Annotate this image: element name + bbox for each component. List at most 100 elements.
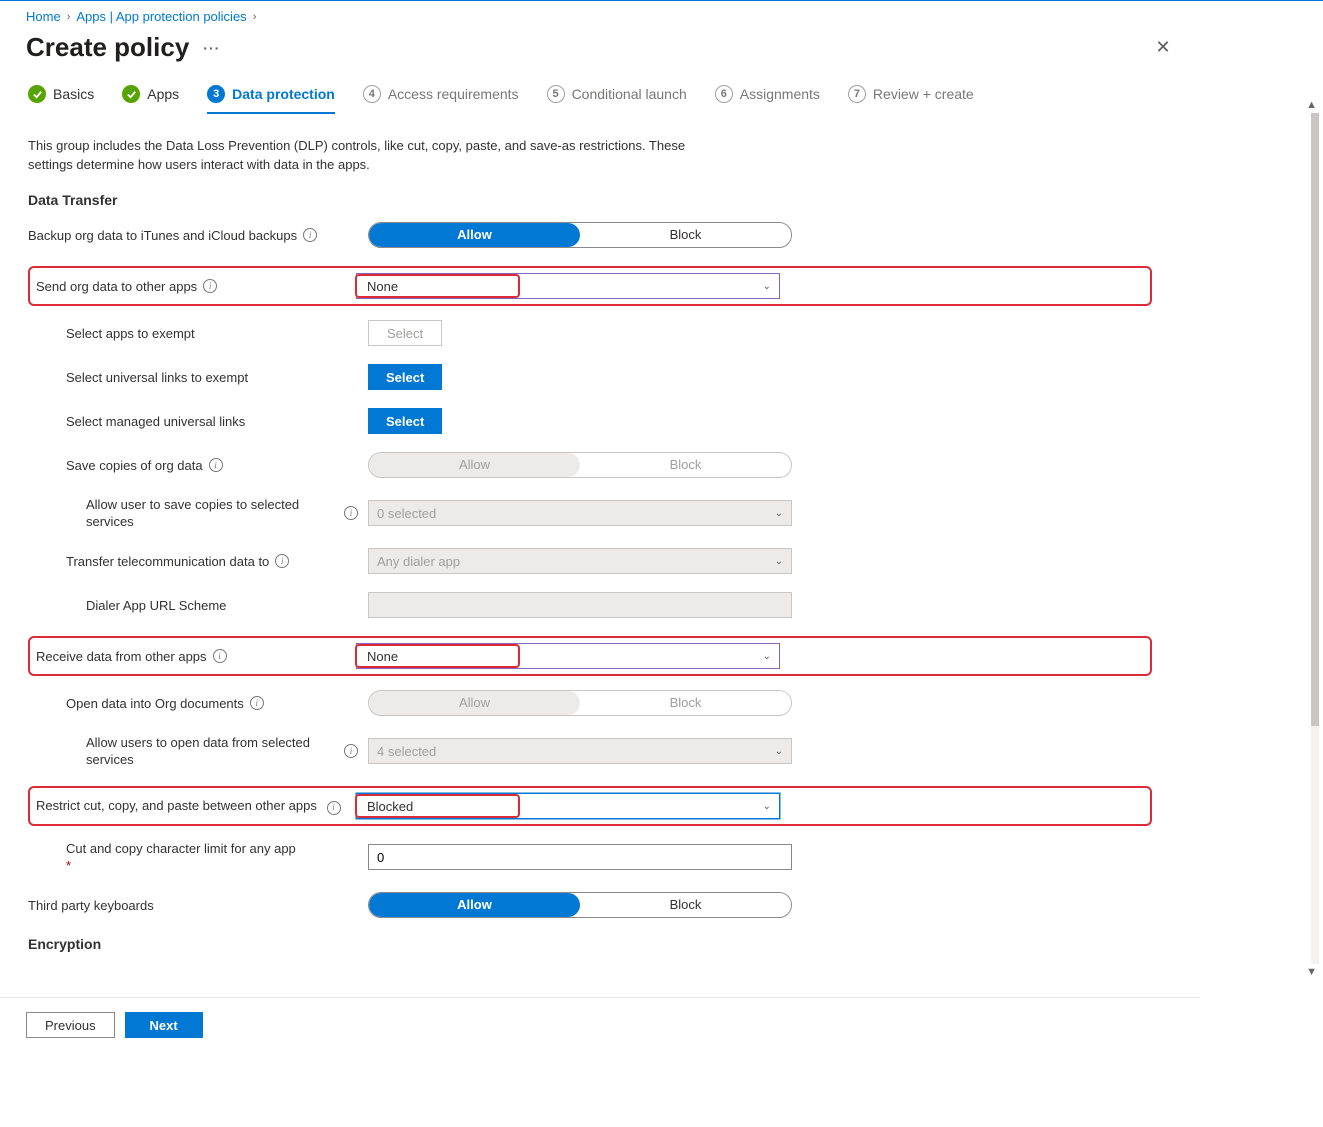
wizard-step-basics[interactable]: Basics (28, 77, 94, 113)
label-save-services: Allow user to save copies to selected se… (86, 496, 338, 530)
segment-block[interactable]: Block (580, 893, 791, 917)
chevron-right-icon: › (253, 11, 257, 23)
info-icon[interactable]: i (250, 696, 264, 710)
label-backup: Backup org data to iTunes and iCloud bac… (28, 227, 297, 244)
input-cut-limit[interactable] (368, 844, 792, 870)
info-icon[interactable]: i (209, 458, 223, 472)
chevron-right-icon: › (67, 11, 71, 23)
wizard-step-data-protection[interactable]: 3 Data protection (207, 77, 335, 113)
info-icon[interactable]: i (203, 279, 217, 293)
row-cut-limit: Cut and copy character limit for any app… (28, 840, 1152, 874)
label-restrict-ccp: Restrict cut, copy, and paste between ot… (36, 798, 317, 813)
info-icon[interactable]: i (213, 649, 227, 663)
segment-block: Block (580, 691, 791, 715)
dropdown-value: Any dialer app (377, 554, 460, 569)
page-title: Create policy ··· (26, 32, 220, 63)
dropdown-value: Blocked (355, 794, 520, 818)
intro-text: This group includes the Data Loss Preven… (28, 136, 728, 174)
row-exempt-apps: Select apps to exempt Select (28, 320, 1152, 346)
select-exempt-links-button[interactable]: Select (368, 364, 442, 390)
info-icon[interactable]: i (344, 506, 358, 520)
breadcrumb-home[interactable]: Home (26, 9, 61, 24)
info-icon[interactable]: i (344, 744, 358, 758)
scroll-down-icon[interactable]: ▼ (1306, 966, 1317, 978)
check-icon (28, 85, 46, 103)
wizard-label: Assignments (740, 86, 820, 102)
segment-allow: Allow (369, 691, 580, 715)
next-button[interactable]: Next (125, 1012, 203, 1038)
label-exempt-apps: Select apps to exempt (66, 325, 195, 342)
scroll-up-icon[interactable]: ▲ (1306, 99, 1317, 111)
dropdown-value: 4 selected (377, 744, 436, 759)
row-backup: Backup org data to iTunes and iCloud bac… (28, 222, 1152, 248)
label-exempt-links: Select universal links to exempt (66, 369, 248, 386)
close-icon[interactable]: ✕ (1149, 34, 1177, 62)
wizard-label: Basics (53, 86, 94, 102)
row-save-copies: Save copies of org data i Allow Block (28, 452, 1152, 478)
segmented-open-org: Allow Block (368, 690, 792, 716)
step-number: 7 (848, 85, 866, 103)
chevron-down-icon: ⌄ (763, 651, 779, 662)
label-third-party: Third party keyboards (28, 897, 154, 914)
row-exempt-links: Select universal links to exempt Select (28, 364, 1152, 390)
select-managed-links-button[interactable]: Select (368, 408, 442, 434)
segment-block: Block (580, 453, 791, 477)
dropdown-value: 0 selected (377, 506, 436, 521)
step-number: 5 (547, 85, 565, 103)
page-title-text: Create policy (26, 32, 189, 63)
wizard-label: Apps (147, 86, 179, 102)
segment-block[interactable]: Block (580, 223, 791, 247)
step-number: 6 (715, 85, 733, 103)
dropdown-receive-data[interactable]: None ⌄ (356, 643, 780, 669)
wizard-step-conditional[interactable]: 5 Conditional launch (547, 77, 687, 113)
highlight-restrict-ccp: Restrict cut, copy, and paste between ot… (28, 786, 1152, 826)
segment-allow[interactable]: Allow (369, 223, 580, 247)
segmented-third-party[interactable]: Allow Block (368, 892, 792, 918)
info-icon[interactable]: i (275, 554, 289, 568)
segmented-save-copies: Allow Block (368, 452, 792, 478)
wizard-label: Data protection (232, 86, 335, 102)
section-data-transfer: Data Transfer (28, 192, 1152, 208)
wizard-step-access[interactable]: 4 Access requirements (363, 77, 519, 113)
segmented-backup[interactable]: Allow Block (368, 222, 792, 248)
dropdown-open-services: 4 selected ⌄ (368, 738, 792, 764)
chevron-down-icon: ⌄ (775, 556, 783, 567)
scrollbar-thumb[interactable] (1311, 113, 1319, 726)
required-indicator: * (66, 857, 358, 874)
label-dialer: Dialer App URL Scheme (86, 597, 226, 614)
segment-allow: Allow (369, 453, 580, 477)
dropdown-transfer-tele: Any dialer app ⌄ (368, 548, 792, 574)
wizard-label: Review + create (873, 86, 974, 102)
info-icon[interactable]: i (327, 801, 341, 815)
row-open-services: Allow users to open data from selected s… (28, 734, 1152, 768)
label-transfer-tele: Transfer telecommunication data to (66, 553, 269, 570)
label-save-copies: Save copies of org data (66, 457, 203, 474)
wizard-step-apps[interactable]: Apps (122, 77, 179, 113)
chevron-down-icon: ⌄ (763, 801, 779, 812)
segment-allow[interactable]: Allow (369, 893, 580, 917)
wizard-step-assignments[interactable]: 6 Assignments (715, 77, 820, 113)
input-dialer-url (368, 592, 792, 618)
dropdown-restrict-ccp[interactable]: Blocked ⌄ (356, 793, 780, 819)
wizard-step-review[interactable]: 7 Review + create (848, 77, 974, 113)
breadcrumb-apps[interactable]: Apps | App protection policies (76, 9, 246, 24)
step-number: 4 (363, 85, 381, 103)
label-managed-links: Select managed universal links (66, 413, 245, 430)
breadcrumb: Home › Apps | App protection policies › (0, 1, 1323, 30)
wizard-label: Access requirements (388, 86, 519, 102)
previous-button[interactable]: Previous (26, 1012, 115, 1038)
row-dialer-url: Dialer App URL Scheme (28, 592, 1152, 618)
chevron-down-icon: ⌄ (775, 508, 783, 519)
scrollbar[interactable] (1311, 113, 1319, 964)
step-number: 3 (207, 85, 225, 103)
row-open-org: Open data into Org documents i Allow Blo… (28, 690, 1152, 716)
dropdown-send-org-data[interactable]: None ⌄ (356, 273, 780, 299)
more-icon[interactable]: ··· (203, 40, 220, 56)
chevron-down-icon: ⌄ (763, 281, 779, 292)
info-icon[interactable]: i (303, 228, 317, 242)
label-open-services: Allow users to open data from selected s… (86, 734, 338, 768)
wizard-steps: Basics Apps 3 Data protection 4 Access r… (0, 77, 1323, 114)
label-send-org-data: Send org data to other apps (36, 278, 197, 295)
wizard-label: Conditional launch (572, 86, 687, 102)
dropdown-value: None (355, 644, 520, 668)
